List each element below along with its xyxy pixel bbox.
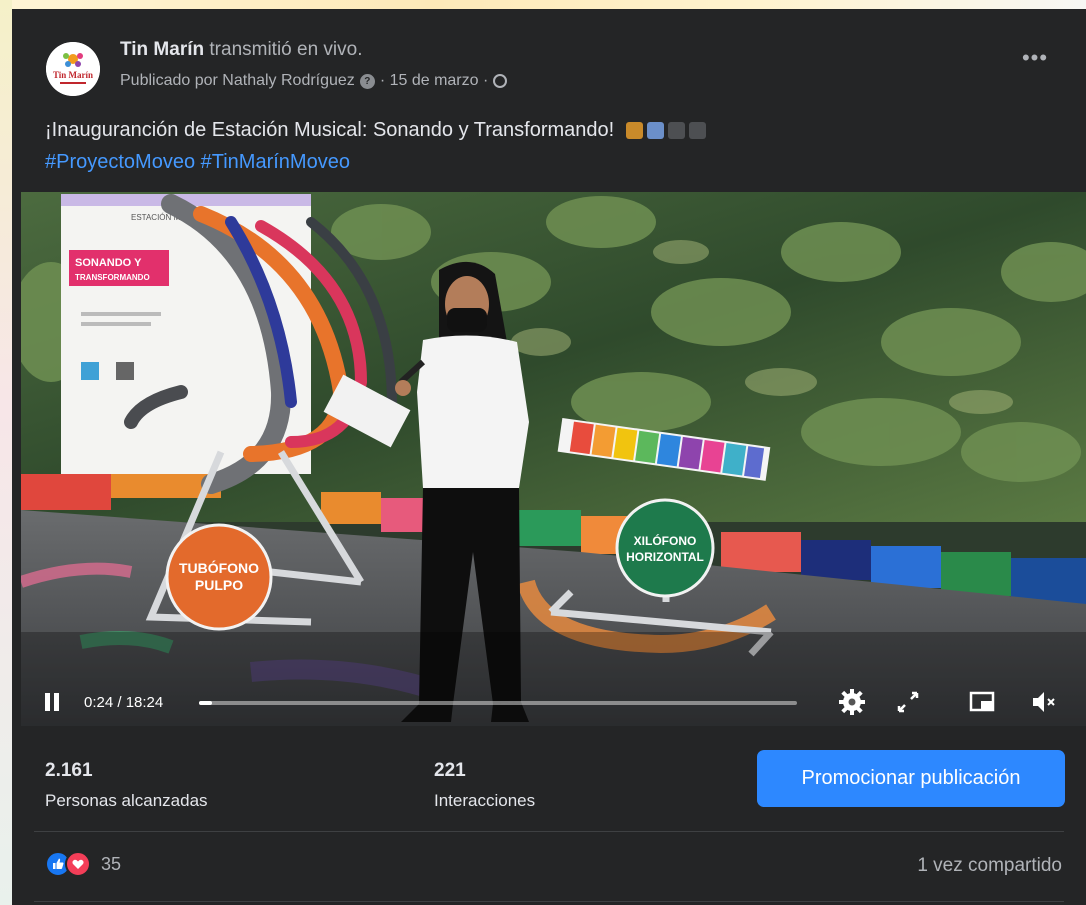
fullscreen-icon[interactable] [893,687,923,717]
volume-muted-icon[interactable] [1029,687,1059,717]
post-insights: 2.161 Personas alcanzadas 221 Interaccio… [12,726,1086,834]
music-notes-emoji-icon [667,122,685,140]
reactions-summary[interactable]: 35 [45,851,121,877]
tin-marin-logo: Tin Marín [46,42,100,96]
post-action: transmitió en vivo. [209,39,363,60]
globe-icon [493,74,508,88]
video-progress-fill [199,701,213,705]
post-message: ¡Inauguranción de Estación Musical: Sona… [45,119,615,141]
video-frame: ESTACIÓN MUSICAL SONANDO Y TRANSFORMANDO [21,192,1086,726]
post-date[interactable]: · 15 de marzo · [380,72,488,90]
reach-value: 2.161 [45,760,93,781]
post-meta: Publicado por Nathaly Rodríguez ? · 15 d… [120,72,508,90]
banner-title-line2: TRANSFORMANDO [75,273,150,282]
hashtag-proyectomoveo[interactable]: #ProyectoMoveo [45,151,195,173]
drum-kit-emoji-icon [646,122,664,140]
question-icon[interactable]: ? [359,73,375,89]
hashtag-tinmarinmoveo[interactable]: #TinMarínMoveo [201,151,350,173]
sign-left-line2: PULPO [195,577,243,593]
video-controls: 0:24 / 18:24 [21,670,1086,726]
hashtags: #ProyectoMoveo #TinMarínMoveo [45,151,350,174]
divider [34,831,1064,832]
page-avatar[interactable]: Tin Marín [46,42,100,96]
post-header-line: Tin Marín transmitió en vivo. [120,39,363,61]
emoji-group [625,122,706,140]
love-reaction-icon [65,851,91,877]
page-background-left [0,0,12,905]
more-options-icon[interactable]: ••• [1018,47,1052,79]
sign-right-line2: HORIZONTAL [626,550,704,564]
interactions-value: 221 [434,760,466,781]
picture-in-picture-icon[interactable] [967,687,997,717]
interactions-label: Interacciones [434,791,536,810]
reach-label: Personas alcanzadas [45,791,208,810]
logo-text: Tin Marín [53,70,93,80]
sign-left-line1: TUBÓFONO [179,559,259,576]
page-background-top [0,0,1086,9]
pause-icon[interactable] [45,693,59,711]
banner-title-line1: SONANDO Y [75,257,142,269]
settings-gear-icon[interactable] [837,687,867,717]
live-video[interactable]: ESTACIÓN MUSICAL SONANDO Y TRANSFORMANDO [21,192,1086,726]
published-by: Publicado por Nathaly Rodríguez [120,72,355,89]
video-time: 0:24 / 18:24 [84,694,164,711]
video-progress-bar[interactable] [199,701,797,705]
drum-emoji-icon [625,122,643,140]
divider-bottom [34,901,1064,902]
author-name[interactable]: Tin Marín [120,39,204,60]
share-count[interactable]: 1 vez compartido [917,855,1062,877]
sign-right-line1: XILÓFONO [634,533,697,548]
post-text: ¡Inauguranción de Estación Musical: Sona… [45,119,706,142]
post-card: Tin Marín Tin Marín transmitió en vivo. … [12,9,1086,905]
promote-post-button[interactable]: Promocionar publicación [757,750,1065,807]
reaction-count: 35 [101,853,122,874]
music-note-emoji-icon [688,122,706,140]
